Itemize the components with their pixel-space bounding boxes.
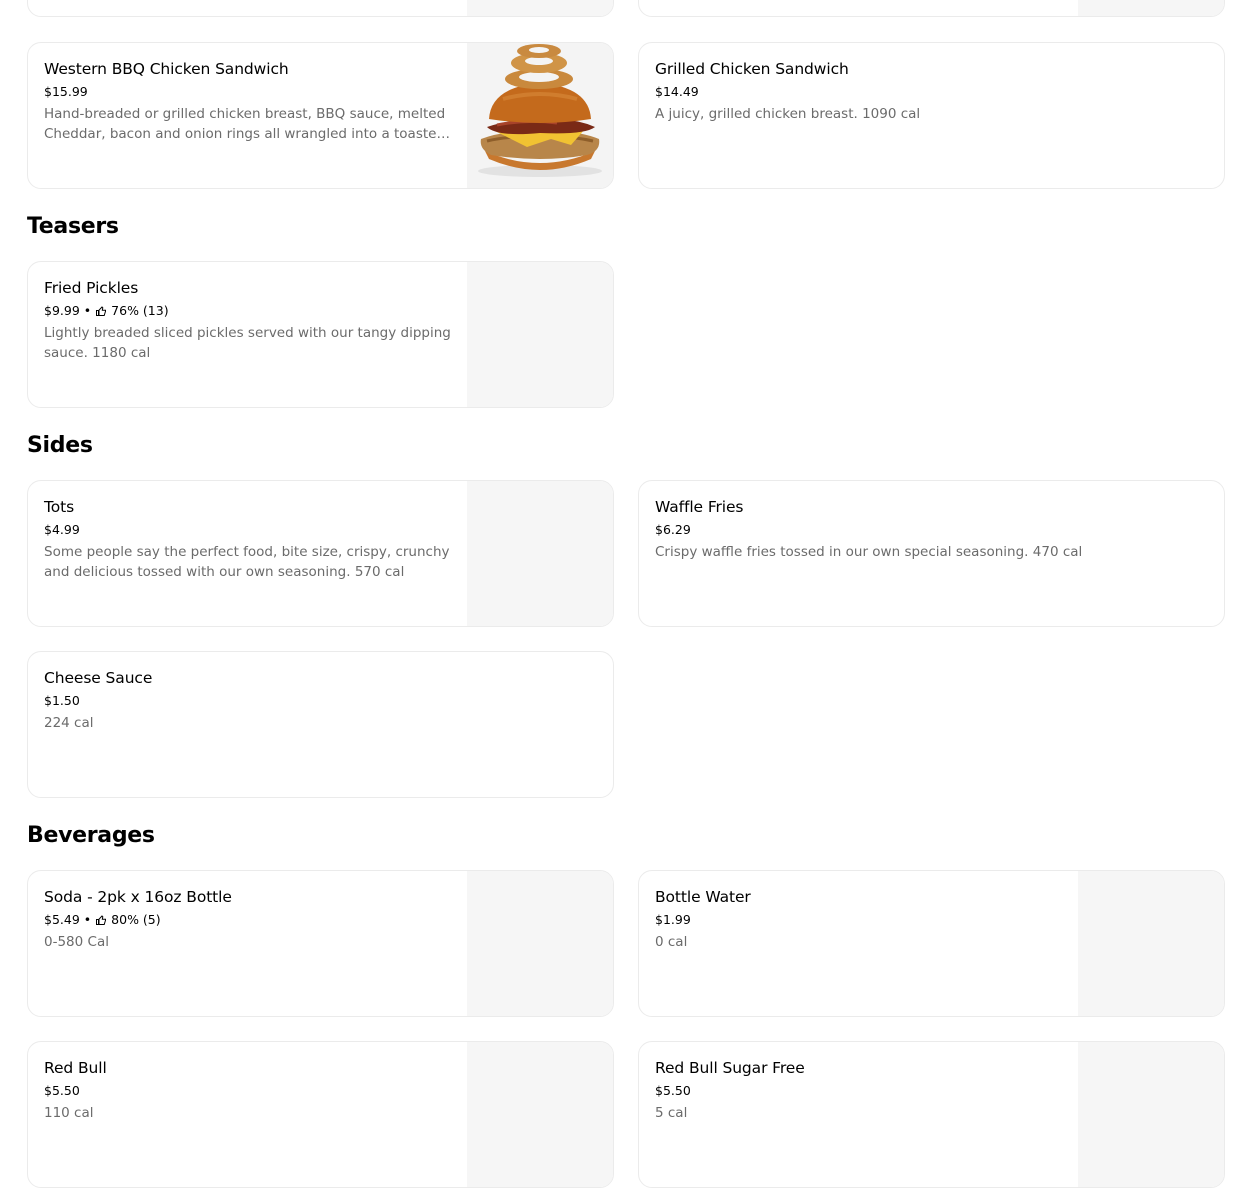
item-price: $4.99: [44, 522, 80, 537]
item-price: $9.99: [44, 303, 80, 318]
item-description: Lightly breaded sliced pickles served wi…: [44, 325, 451, 361]
menu-item-bottle-water[interactable]: Bottle Water $1.99 0 cal: [638, 870, 1225, 1017]
menu-item-waffle-fries[interactable]: Waffle Fries $6.29 Crispy waffle fries t…: [638, 480, 1225, 627]
item-name: Fried Pickles: [44, 279, 139, 297]
section-title-sides: Sides: [27, 433, 93, 458]
section-title-teasers: Teasers: [27, 214, 119, 239]
sandwich-image: [467, 43, 613, 188]
item-description: 224 cal: [44, 715, 94, 731]
item-image: [467, 43, 613, 188]
item-price: $6.29: [655, 522, 691, 537]
item-description: A juicy, grilled chicken breast. 1090 ca…: [655, 106, 921, 122]
item-name: Western BBQ Chicken Sandwich: [44, 60, 289, 78]
item-description: Hand-breaded or grilled chicken breast, …: [44, 106, 446, 142]
item-description: Crispy waffle fries tossed in our own sp…: [655, 544, 1083, 560]
item-name: Red Bull Sugar Free: [655, 1059, 805, 1077]
item-price: $5.50: [655, 1083, 691, 1098]
menu-item-card[interactable]: [27, 0, 614, 17]
item-rating: 80% (5): [111, 912, 161, 927]
menu-item-grilled-chicken-sandwich[interactable]: Grilled Chicken Sandwich $14.49 A juicy,…: [638, 42, 1225, 189]
item-price: $1.50: [44, 693, 80, 708]
item-name: Soda - 2pk x 16oz Bottle: [44, 888, 232, 906]
item-name: Cheese Sauce: [44, 669, 153, 687]
item-name: Tots: [44, 498, 75, 516]
menu-item-tots[interactable]: Tots $4.99 Some people say the perfect f…: [27, 480, 614, 627]
item-name: Bottle Water: [655, 888, 751, 906]
separator-dot: •: [83, 303, 92, 318]
menu-item-fried-pickles[interactable]: Fried Pickles $9.99 • 76% (13) Lightly b…: [27, 261, 614, 408]
item-image-placeholder: [467, 481, 613, 626]
item-price: $14.49: [655, 84, 699, 99]
thumbs-up-icon: [95, 914, 107, 926]
item-price: $5.49: [44, 912, 80, 927]
menu-item-western-bbq-chicken-sandwich[interactable]: Western BBQ Chicken Sandwich $15.99 Hand…: [27, 42, 614, 189]
menu-item-red-bull-sugar-free[interactable]: Red Bull Sugar Free $5.50 5 cal: [638, 1041, 1225, 1188]
item-description: 0 cal: [655, 934, 688, 950]
item-name: Grilled Chicken Sandwich: [655, 60, 849, 78]
item-price: $15.99: [44, 84, 88, 99]
item-image-placeholder: [467, 871, 613, 1016]
item-description: Some people say the perfect food, bite s…: [44, 544, 450, 580]
menu-item-soda-2pk[interactable]: Soda - 2pk x 16oz Bottle $5.49 • 80% (5)…: [27, 870, 614, 1017]
item-name: Waffle Fries: [655, 498, 744, 516]
item-image-placeholder: [1078, 0, 1224, 16]
item-description: 5 cal: [655, 1105, 688, 1121]
item-description: 110 cal: [44, 1105, 94, 1121]
menu-item-card[interactable]: [638, 0, 1225, 17]
item-image-placeholder: [467, 0, 613, 16]
item-image-placeholder: [467, 1042, 613, 1187]
separator-dot: •: [83, 912, 92, 927]
item-name: Red Bull: [44, 1059, 107, 1077]
item-image-placeholder: [1078, 871, 1224, 1016]
item-image-placeholder: [467, 262, 613, 407]
thumbs-up-icon: [95, 305, 107, 317]
item-description: 0-580 Cal: [44, 934, 109, 950]
item-rating: 76% (13): [111, 303, 169, 318]
item-image-placeholder: [1078, 1042, 1224, 1187]
menu-item-cheese-sauce[interactable]: Cheese Sauce $1.50 224 cal: [27, 651, 614, 798]
item-price: $1.99: [655, 912, 691, 927]
item-price: $5.50: [44, 1083, 80, 1098]
menu-item-red-bull[interactable]: Red Bull $5.50 110 cal: [27, 1041, 614, 1188]
section-title-beverages: Beverages: [27, 823, 155, 848]
